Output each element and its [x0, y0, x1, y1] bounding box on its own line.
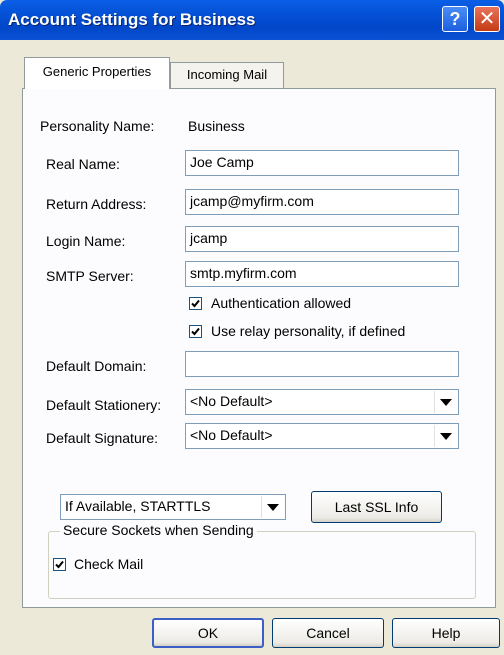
- help-icon[interactable]: ?: [442, 6, 468, 32]
- ssl-mode-value: If Available, STARTTLS: [65, 498, 211, 514]
- chevron-down-icon[interactable]: [434, 425, 457, 447]
- relay-personality-checkbox[interactable]: [189, 325, 202, 338]
- default-stationery-label: Default Stationery:: [46, 397, 162, 413]
- return-address-label: Return Address:: [46, 196, 147, 212]
- help-button[interactable]: Help: [392, 618, 500, 648]
- default-signature-label: Default Signature:: [46, 430, 159, 446]
- chevron-down-icon[interactable]: [434, 391, 457, 413]
- relay-personality-label: Use relay personality, if defined: [211, 323, 406, 339]
- checkmark-icon: [191, 299, 200, 308]
- checkmark-icon: [191, 327, 200, 336]
- login-name-field[interactable]: jcamp: [185, 226, 459, 252]
- authentication-checkbox[interactable]: [189, 297, 202, 310]
- login-name-label: Login Name:: [46, 233, 126, 249]
- default-stationery-value: <No Default>: [190, 393, 273, 409]
- default-domain-label: Default Domain:: [46, 358, 147, 374]
- cancel-button[interactable]: Cancel: [272, 618, 384, 648]
- default-signature-select[interactable]: <No Default>: [185, 423, 459, 449]
- real-name-field[interactable]: Joe Camp: [185, 150, 459, 176]
- check-mail-label: Check Mail: [74, 556, 144, 572]
- tab-generic-properties[interactable]: Generic Properties: [24, 57, 170, 89]
- tab-incoming-mail[interactable]: Incoming Mail: [170, 62, 284, 88]
- chevron-down-icon[interactable]: [261, 496, 284, 518]
- personality-name-label: Personality Name:: [40, 118, 155, 134]
- smtp-server-label: SMTP Server:: [46, 268, 134, 284]
- last-ssl-info-button[interactable]: Last SSL Info: [311, 491, 442, 523]
- personality-name-value: Business: [188, 118, 245, 134]
- ssl-mode-select[interactable]: If Available, STARTTLS: [60, 494, 286, 520]
- authentication-label: Authentication allowed: [211, 295, 352, 311]
- default-domain-field[interactable]: [185, 351, 459, 377]
- smtp-server-field[interactable]: smtp.myfirm.com: [185, 261, 459, 287]
- checkmark-icon: [55, 560, 64, 569]
- title-bar: Account Settings for Business ? ✕: [0, 0, 504, 40]
- default-stationery-select[interactable]: <No Default>: [185, 389, 459, 415]
- default-signature-value: <No Default>: [190, 427, 273, 443]
- return-address-field[interactable]: jcamp@myfirm.com: [185, 189, 459, 215]
- ok-button[interactable]: OK: [152, 618, 264, 648]
- real-name-label: Real Name:: [46, 156, 120, 172]
- close-icon[interactable]: ✕: [474, 6, 500, 32]
- secure-sockets-group-title: Secure Sockets when Sending: [60, 522, 257, 538]
- window-title: Account Settings for Business: [8, 10, 256, 29]
- check-mail-checkbox[interactable]: [53, 558, 66, 571]
